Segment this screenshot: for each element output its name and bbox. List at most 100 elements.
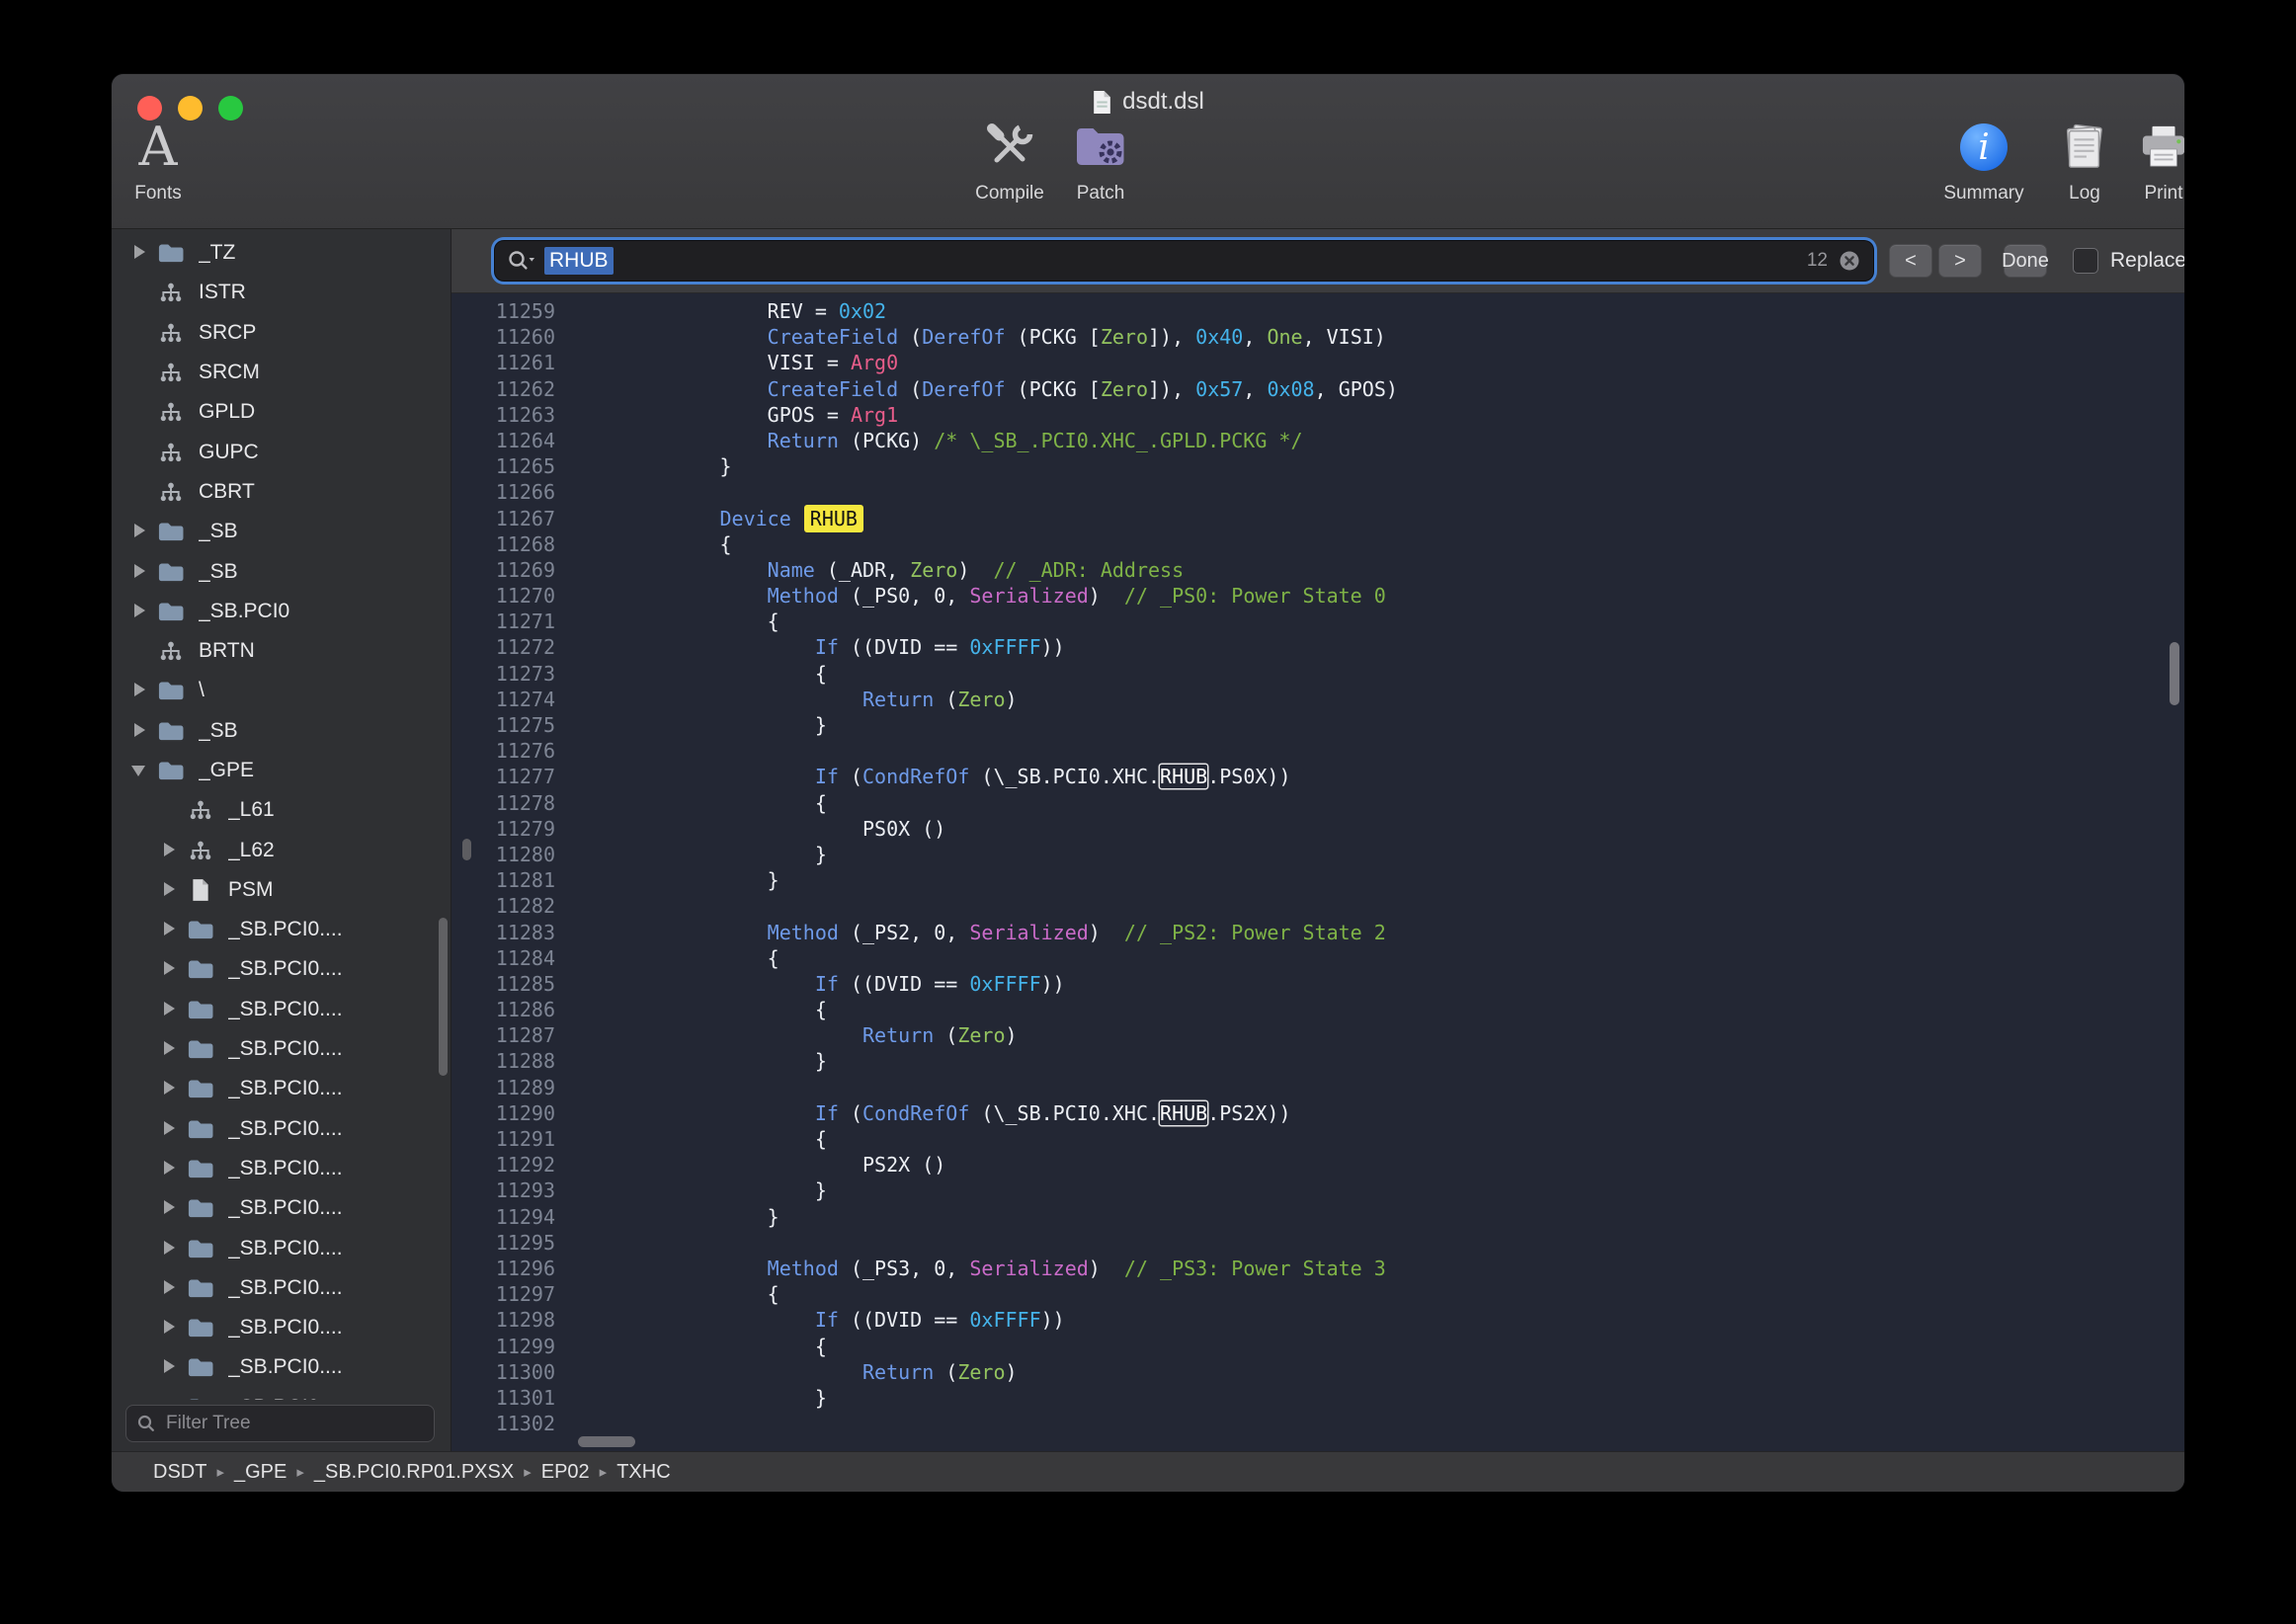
splitter-handle[interactable] [462, 839, 471, 860]
disclosure-triangle-icon[interactable] [127, 759, 151, 782]
disclosure-triangle-icon[interactable] [157, 1196, 181, 1220]
tree-item[interactable]: _SB [112, 711, 451, 751]
tree-item[interactable]: _SB.PCI0.... [112, 910, 451, 949]
find-previous-button[interactable]: < [1889, 244, 1932, 278]
code-token: Method [768, 584, 839, 608]
tree-item-label: _TZ [199, 241, 235, 265]
find-search-field[interactable]: RHUB 12 [495, 241, 1873, 281]
tree-item[interactable]: _SB.PCI0.... [112, 949, 451, 989]
code-token: } [577, 713, 827, 737]
disclosure-triangle-icon[interactable] [157, 1037, 181, 1061]
code-token: ((DVID == [839, 1308, 969, 1332]
toolbar-item-print[interactable]: Print [2114, 116, 2184, 204]
tree-item[interactable]: _GPE [112, 751, 451, 790]
line-number: 11288 [451, 1048, 555, 1074]
tree-item[interactable]: _SB.PCI0.... [112, 1029, 451, 1069]
tree-item[interactable]: _SB.PCI0.... [112, 1109, 451, 1149]
code-token [577, 1360, 862, 1384]
tree-item[interactable]: \ [112, 671, 451, 710]
breadcrumb-item[interactable]: TXHC [616, 1461, 670, 1484]
tree-item[interactable]: _SB [112, 512, 451, 551]
filter-tree-input[interactable] [164, 1412, 424, 1435]
disclosure-triangle-icon[interactable] [157, 839, 181, 862]
search-menu-icon[interactable] [507, 249, 536, 273]
tree-item[interactable]: _SB.PCI0 [112, 592, 451, 631]
disclosure-triangle-icon[interactable] [157, 998, 181, 1021]
toolbar-item-summary[interactable]: i Summary [1925, 116, 2043, 204]
tree-item[interactable]: BRTN [112, 631, 451, 671]
tree-item[interactable]: _SB.PCI0.... [112, 1388, 451, 1400]
tree-item[interactable]: SRCM [112, 353, 451, 392]
tree-item[interactable]: _SB.PCI0.... [112, 1188, 451, 1228]
tree-item[interactable]: GUPC [112, 432, 451, 471]
editor-vertical-scrollbar-thumb[interactable] [2170, 642, 2179, 705]
code-line-text: Method (_PS0, 0, Serialized) // _PS0: Po… [577, 583, 1386, 609]
breadcrumb-item[interactable]: DSDT [153, 1461, 206, 1484]
sidebar-scrollbar-thumb[interactable] [439, 918, 448, 1076]
disclosure-triangle-icon[interactable] [157, 1276, 181, 1300]
tree-item[interactable]: _TZ [112, 233, 451, 273]
disclosure-triangle-icon[interactable] [127, 719, 151, 743]
tree-item[interactable]: _SB.PCI0.... [112, 1347, 451, 1387]
disclosure-triangle-icon[interactable] [127, 241, 151, 265]
tree-item[interactable]: ISTR [112, 273, 451, 312]
filter-tree-field[interactable] [125, 1405, 435, 1442]
code-line-text: { [577, 661, 827, 687]
disclosure-triangle-icon[interactable] [157, 1396, 181, 1400]
replace-checkbox[interactable] [2073, 248, 2098, 274]
disclosure-triangle-icon[interactable] [157, 1237, 181, 1260]
code-token: Zero [1101, 377, 1148, 401]
editor-horizontal-scrollbar-thumb[interactable] [578, 1436, 635, 1447]
clear-search-icon[interactable] [1838, 249, 1861, 273]
disclosure-triangle-icon[interactable] [127, 520, 151, 543]
disclosure-triangle-icon[interactable] [157, 878, 181, 902]
disclosure-triangle-icon[interactable] [127, 679, 151, 702]
tree-item[interactable]: CBRT [112, 472, 451, 512]
log-documents-icon [2058, 116, 2111, 179]
tree-item[interactable]: _SB.PCI0.... [112, 990, 451, 1029]
tree-item[interactable]: PSM [112, 870, 451, 910]
code-line: 11300 Return (Zero) [451, 1359, 2184, 1385]
tree-item[interactable]: _SB.PCI0.... [112, 1149, 451, 1188]
tree-item-label: SRCP [199, 321, 256, 345]
find-navigation: < > [1889, 244, 1982, 278]
find-next-button[interactable]: > [1938, 244, 1982, 278]
tree-item[interactable]: SRCP [112, 313, 451, 353]
done-button[interactable]: Done [2004, 244, 2047, 278]
code-token: .PS2X)) [1207, 1101, 1290, 1125]
code-line: 11284 { [451, 945, 2184, 971]
code-line-text: Method (_PS3, 0, Serialized) // _PS3: Po… [577, 1256, 1386, 1281]
disclosure-triangle-icon[interactable] [157, 1316, 181, 1340]
tree-item[interactable]: _SB.PCI0.... [112, 1228, 451, 1267]
disclosure-triangle-icon[interactable] [157, 957, 181, 981]
tree-item[interactable]: _SB [112, 551, 451, 591]
tree-item-label: _SB [199, 520, 238, 543]
disclosure-spacer [127, 281, 151, 304]
disclosure-triangle-icon[interactable] [127, 600, 151, 623]
tree-item[interactable]: _SB.PCI0.... [112, 1268, 451, 1308]
toolbar-item-fonts[interactable]: A Fonts [112, 116, 205, 204]
tree-item[interactable]: _SB.PCI0.... [112, 1308, 451, 1347]
disclosure-triangle-icon[interactable] [157, 1355, 181, 1379]
breadcrumb-item[interactable]: EP02 [541, 1461, 590, 1484]
breadcrumb-item[interactable]: _GPE [234, 1461, 287, 1484]
line-number: 11275 [451, 712, 555, 738]
disclosure-triangle-icon[interactable] [157, 1157, 181, 1180]
tree-item[interactable]: _SB.PCI0.... [112, 1069, 451, 1108]
code-editor[interactable]: 11259 REV = 0x0211260 CreateField (Deref… [451, 293, 2184, 1451]
tree-item[interactable]: GPLD [112, 392, 451, 432]
code-line: 11291 { [451, 1126, 2184, 1152]
disclosure-triangle-icon[interactable] [127, 560, 151, 584]
code-line: 11264 Return (PCKG) /* \_SB_.PCI0.XHC_.G… [451, 428, 2184, 453]
disclosure-triangle-icon[interactable] [157, 1077, 181, 1100]
disclosure-triangle-icon[interactable] [157, 918, 181, 941]
breadcrumb-item[interactable]: _SB.PCI0.RP01.PXSX [314, 1461, 514, 1484]
tree-item[interactable]: _L61 [112, 790, 451, 830]
disclosure-triangle-icon[interactable] [157, 1117, 181, 1141]
search-match: RHUB [1160, 765, 1207, 788]
toolbar-item-patch[interactable]: Patch [1051, 116, 1150, 204]
code-token [577, 1257, 768, 1280]
tree-item[interactable]: _L62 [112, 830, 451, 869]
code-line: 11280 } [451, 842, 2184, 867]
code-token: Arg1 [851, 403, 898, 427]
